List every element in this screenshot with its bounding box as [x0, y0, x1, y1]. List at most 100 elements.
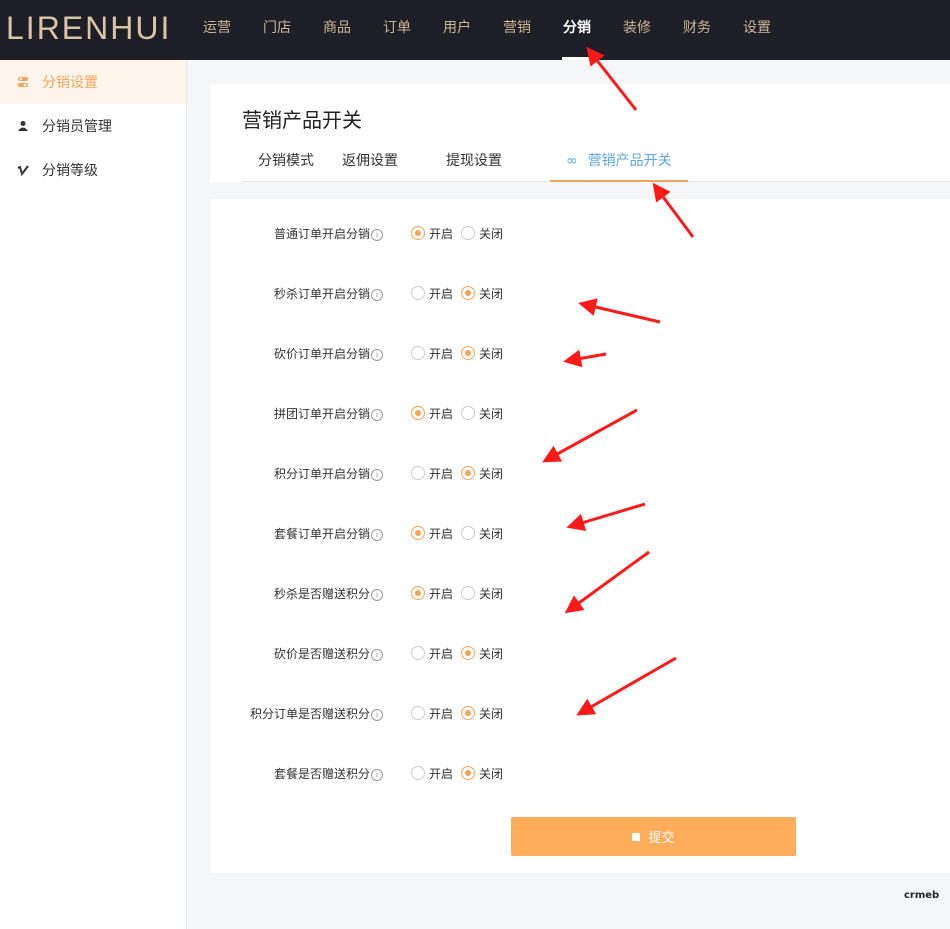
radio-circle[interactable] — [411, 286, 425, 300]
info-icon[interactable]: i — [371, 768, 383, 781]
radio-on[interactable]: 开启 — [411, 585, 453, 602]
tab-3[interactable]: ∞ 营销产品开关 — [550, 148, 688, 182]
radio-on[interactable]: 开启 — [411, 765, 453, 782]
radio-circle[interactable] — [461, 526, 476, 540]
info-icon[interactable]: i — [371, 408, 383, 421]
radio-label: 开启 — [429, 226, 454, 241]
brand-logo[interactable]: LIRENHUI — [6, 10, 171, 47]
form-row-label-text: 普通订单开启分销 — [273, 226, 370, 241]
form-row-label: 普通订单开启分销 i — [210, 225, 383, 242]
tab-2[interactable]: 提现设置 — [446, 148, 550, 181]
radio-on[interactable]: 开启 — [411, 525, 453, 542]
radio-off[interactable]: 关闭 — [461, 465, 503, 482]
radio-circle[interactable] — [411, 526, 425, 540]
radio-circle[interactable] — [461, 286, 476, 300]
nav-item-8[interactable]: 财务 — [667, 0, 727, 60]
radio-circle[interactable] — [411, 406, 425, 420]
nav-item-4[interactable]: 用户 — [427, 0, 487, 60]
radio-on[interactable]: 开启 — [411, 705, 453, 722]
radio-circle[interactable] — [411, 466, 425, 480]
form-row-label-text: 套餐是否赠送积分 — [273, 766, 370, 781]
nav-item-0[interactable]: 运营 — [187, 0, 247, 60]
radio-on[interactable]: 开启 — [411, 225, 453, 242]
form-row: 套餐是否赠送积分 i 开启 关闭 — [210, 761, 950, 785]
radio-circle[interactable] — [461, 586, 476, 600]
form-row: 秒杀是否赠送积分 i 开启 关闭 — [210, 581, 950, 605]
form-row: 拼团订单开启分销 i 开启 关闭 — [210, 401, 950, 425]
radio-on[interactable]: 开启 — [411, 645, 453, 662]
tab-0[interactable]: 分销模式 — [242, 148, 332, 181]
radio-off[interactable]: 关闭 — [461, 645, 503, 662]
sidebar: 分销设置分销员管理 分销等级 — [0, 60, 187, 929]
radio-off[interactable]: 关闭 — [461, 285, 503, 302]
form-row-label-text: 秒杀是否赠送积分 — [273, 586, 370, 601]
radio-off[interactable]: 关闭 — [461, 345, 503, 362]
radio-circle[interactable] — [411, 346, 425, 360]
radio-circle[interactable] — [411, 586, 425, 600]
radio-on[interactable]: 开启 — [411, 285, 453, 302]
form-row-label: 砍价是否赠送积分 i — [210, 645, 383, 662]
info-icon[interactable]: i — [371, 468, 383, 481]
radio-on[interactable]: 开启 — [411, 405, 453, 422]
radio-circle[interactable] — [461, 706, 476, 720]
radio-group: 开启 关闭 — [411, 585, 511, 602]
tab-label: 营销产品开关 — [587, 153, 672, 169]
sidebar-item-1[interactable]: 分销员管理 — [0, 104, 186, 148]
nav-item-3[interactable]: 订单 — [367, 0, 427, 60]
info-icon[interactable]: i — [371, 648, 383, 661]
radio-circle[interactable] — [411, 706, 425, 720]
form-row: 积分订单开启分销 i 开启 关闭 — [210, 461, 950, 485]
radio-circle[interactable] — [461, 466, 476, 480]
radio-circle[interactable] — [411, 766, 425, 780]
tab-label: 分销模式 — [258, 153, 314, 169]
radio-group: 开启 关闭 — [411, 465, 511, 482]
form-row-label: 套餐订单开启分销 i — [210, 525, 383, 542]
radio-label: 开启 — [429, 406, 454, 421]
nav-item-9[interactable]: 设置 — [727, 0, 787, 60]
radio-group: 开启 关闭 — [411, 345, 511, 362]
radio-circle[interactable] — [461, 226, 476, 240]
radio-label: 开启 — [429, 526, 454, 541]
form-row-label: 拼团订单开启分销 i — [210, 405, 383, 422]
radio-circle[interactable] — [461, 406, 476, 420]
radio-label: 开启 — [429, 466, 454, 481]
radio-on[interactable]: 开启 — [411, 465, 453, 482]
radio-circle[interactable] — [411, 646, 425, 660]
info-icon[interactable]: i — [371, 528, 383, 541]
info-icon[interactable]: i — [371, 588, 383, 601]
radio-label: 开启 — [429, 286, 454, 301]
radio-label: 关闭 — [479, 646, 504, 661]
radio-off[interactable]: 关闭 — [461, 525, 503, 542]
sidebar-item-2[interactable]: 分销等级 — [0, 148, 186, 192]
info-icon[interactable]: i — [371, 348, 383, 361]
page-title: 营销产品开关 — [242, 108, 362, 132]
radio-off[interactable]: 关闭 — [461, 705, 503, 722]
radio-circle[interactable] — [461, 766, 476, 780]
form-row: 砍价订单开启分销 i 开启 关闭 — [210, 341, 950, 365]
radio-circle[interactable] — [411, 226, 425, 240]
radio-off[interactable]: 关闭 — [461, 225, 503, 242]
submit-label: 提交 — [648, 831, 675, 846]
radio-label: 关闭 — [479, 346, 504, 361]
radio-label: 关闭 — [479, 286, 504, 301]
info-icon[interactable]: i — [371, 228, 383, 241]
nav-item-2[interactable]: 商品 — [307, 0, 367, 60]
radio-circle[interactable] — [461, 346, 476, 360]
radio-off[interactable]: 关闭 — [461, 765, 503, 782]
tab-1[interactable]: 返佣设置 — [332, 148, 446, 181]
nav-item-6[interactable]: 分销 — [547, 0, 607, 60]
radio-label: 开启 — [429, 346, 454, 361]
submit-button[interactable]: 提交 — [511, 817, 796, 856]
radio-off[interactable]: 关闭 — [461, 585, 503, 602]
nav-item-1[interactable]: 门店 — [247, 0, 307, 60]
nav-item-5[interactable]: 营销 — [487, 0, 547, 60]
radio-circle[interactable] — [461, 646, 476, 660]
info-icon[interactable]: i — [371, 288, 383, 301]
radio-off[interactable]: 关闭 — [461, 405, 503, 422]
radio-on[interactable]: 开启 — [411, 345, 453, 362]
form-row: 秒杀订单开启分销 i 开启 关闭 — [210, 281, 950, 305]
nav-item-7[interactable]: 装修 — [607, 0, 667, 60]
sidebar-item-0[interactable]: 分销设置 — [0, 60, 186, 104]
sidebar-item-label: 分销设置 — [42, 75, 98, 91]
info-icon[interactable]: i — [371, 708, 383, 721]
